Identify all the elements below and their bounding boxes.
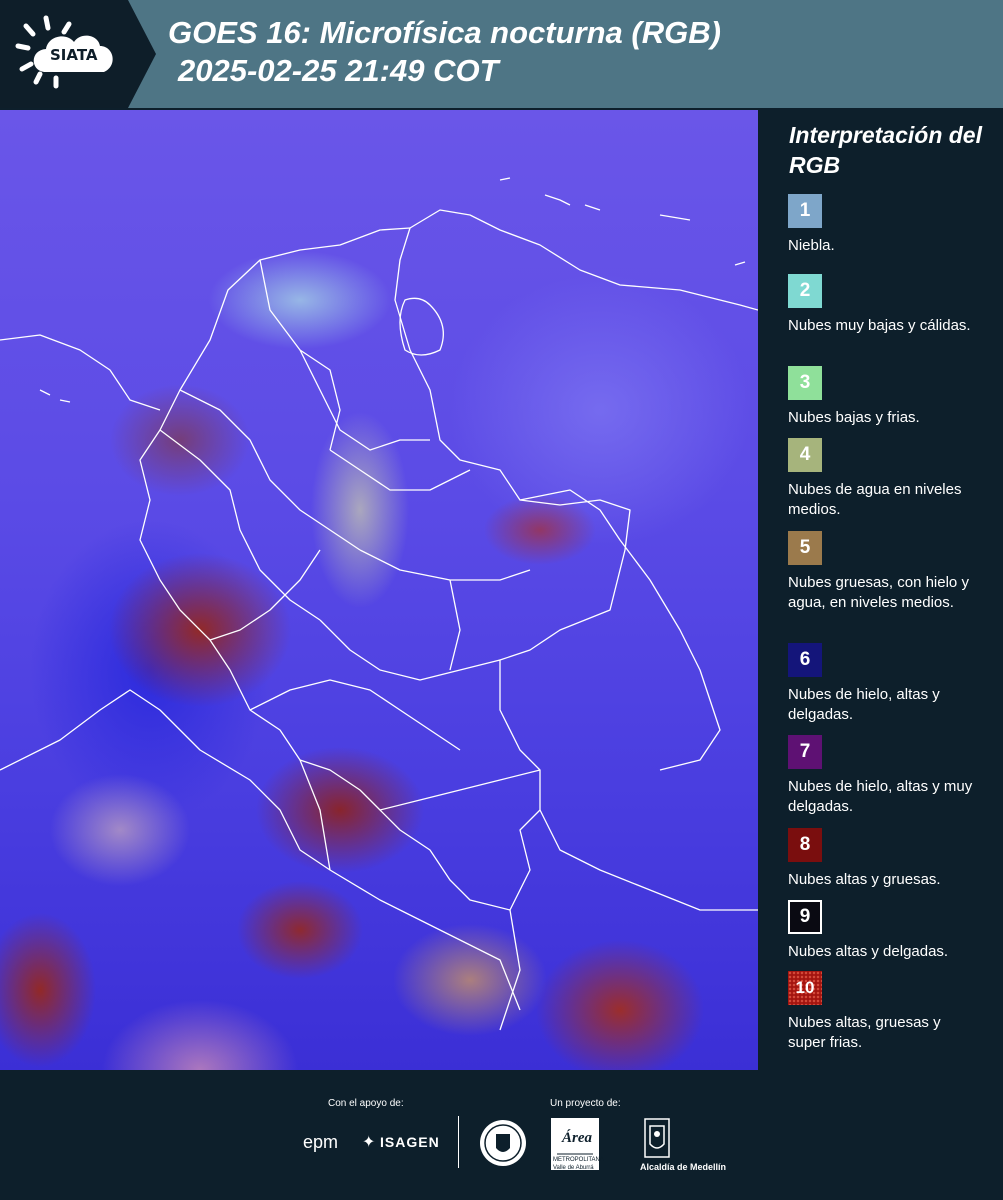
dept-line-10 [379, 769, 541, 811]
legend-swatch: 7 [788, 735, 822, 769]
alcaldia-shield-icon [644, 1118, 670, 1158]
dept-line-11 [449, 579, 461, 671]
dept-line-6 [319, 619, 501, 681]
legend-label: Nubes altas, gruesas y super frias. [788, 1014, 941, 1051]
header-bar: SIATA GOES 16: Microfísica nocturna (RGB… [0, 0, 1003, 108]
border-panama [0, 334, 161, 411]
island-2 [544, 194, 571, 206]
border-peru-brazil [499, 909, 521, 1031]
dept-line-7 [249, 679, 461, 751]
dept-line-5 [359, 549, 531, 581]
legend-label: Nubes gruesas, con hielo y agua, en nive… [788, 574, 969, 611]
epm-logo: epm [303, 1132, 339, 1152]
page-title: GOES 16: Microfísica nocturna (RGB) [168, 15, 721, 50]
footer-divider [458, 1116, 459, 1168]
legend-swatch: 1 [788, 194, 822, 228]
legend-swatch: 9 [788, 900, 822, 934]
island-1 [499, 177, 511, 181]
lake-maracaibo [399, 297, 444, 356]
border-venezuela-south [519, 489, 721, 771]
footer-bar: Con el apoyo de: Un proyecto de: epm ✦ I… [0, 1070, 1003, 1200]
legend-label: Nubes de hielo, altas y muy delgadas. [788, 778, 973, 815]
legend-label: Nubes muy bajas y cálidas. [788, 317, 971, 334]
university-seal-icon [480, 1120, 526, 1166]
page-timestamp: 2025-02-25 21:49 COT [178, 53, 499, 88]
legend-swatch: 4 [788, 438, 822, 472]
legend-panel: Interpretación del RGB 1 Niebla. 2 Nubes… [760, 110, 1003, 1070]
dept-line-2 [179, 389, 361, 551]
island-4 [659, 214, 691, 221]
legend-label: Nubes de hielo, altas y delgadas. [788, 686, 940, 723]
dept-line-1 [259, 259, 341, 451]
legend-label: Niebla. [788, 237, 835, 254]
legend-swatch: 10 [788, 971, 822, 1005]
border-venezuela [409, 209, 758, 311]
dept-line-9 [299, 349, 430, 451]
island-6 [39, 389, 71, 403]
legend-swatch: 5 [788, 531, 822, 565]
border-colombia [139, 227, 631, 911]
map-borders [0, 177, 758, 1031]
area-word: Área [562, 1130, 592, 1146]
legend-title: Interpretación del RGB [789, 122, 982, 178]
legend-swatch: 6 [788, 643, 822, 677]
legend-label: Nubes bajas y frias. [788, 409, 920, 426]
dept-line-8 [209, 549, 321, 641]
legend-swatch: 3 [788, 366, 822, 400]
satellite-image [0, 110, 758, 1070]
island-5 [734, 261, 746, 266]
dept-line-4 [329, 449, 471, 491]
legend-swatch: 2 [788, 274, 822, 308]
isagen-logo: ISAGEN [380, 1134, 440, 1150]
border-brazil [539, 809, 758, 911]
support-label: Con el apoyo de: [328, 1098, 404, 1109]
dept-line-3 [159, 429, 321, 621]
alcaldia-medellin-text: Alcaldía de Medellín [640, 1162, 727, 1172]
legend-label: Nubes altas y delgadas. [788, 943, 949, 960]
project-label: Un proyecto de: [550, 1098, 621, 1109]
legend-label: Nubes altas y gruesas. [788, 871, 941, 888]
isagen-icon: ✦ [362, 1134, 376, 1151]
area-metropolitana-text: METROPOLITANA Valle de Aburrá [553, 1157, 604, 1171]
legend-label: Nubes de agua en niveles medios. [788, 481, 962, 518]
island-3 [584, 204, 601, 211]
siata-logo: SIATA [0, 0, 128, 108]
legend-swatch: 8 [788, 828, 822, 862]
logo-text: SIATA [50, 46, 98, 64]
logo-arrow [128, 0, 156, 108]
